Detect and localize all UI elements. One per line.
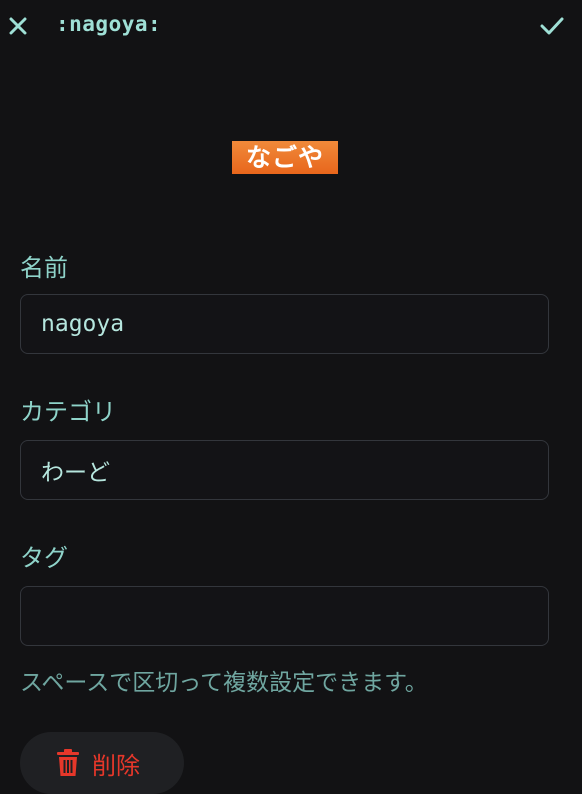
- emoji-preview: なごや: [232, 141, 338, 174]
- close-icon: [9, 17, 27, 35]
- page-title: :nagoya:: [56, 12, 162, 36]
- category-field-box: [20, 440, 549, 500]
- category-input[interactable]: [21, 441, 548, 499]
- name-field-box: [20, 294, 549, 354]
- delete-button[interactable]: 削除: [20, 732, 184, 794]
- confirm-button[interactable]: [534, 8, 570, 44]
- tags-label: タグ: [20, 544, 68, 572]
- tags-field-box: [20, 586, 549, 646]
- delete-label: 削除: [92, 751, 140, 780]
- tags-hint: スペースで区切って複数設定できます。: [20, 670, 428, 696]
- tags-input[interactable]: [21, 587, 548, 645]
- close-button[interactable]: [0, 8, 36, 44]
- trash-icon: [56, 749, 80, 777]
- category-label: カテゴリ: [20, 398, 116, 426]
- name-input[interactable]: [21, 295, 548, 353]
- name-label: 名前: [20, 254, 68, 282]
- header-bar: :nagoya:: [0, 0, 582, 52]
- check-icon: [540, 17, 564, 35]
